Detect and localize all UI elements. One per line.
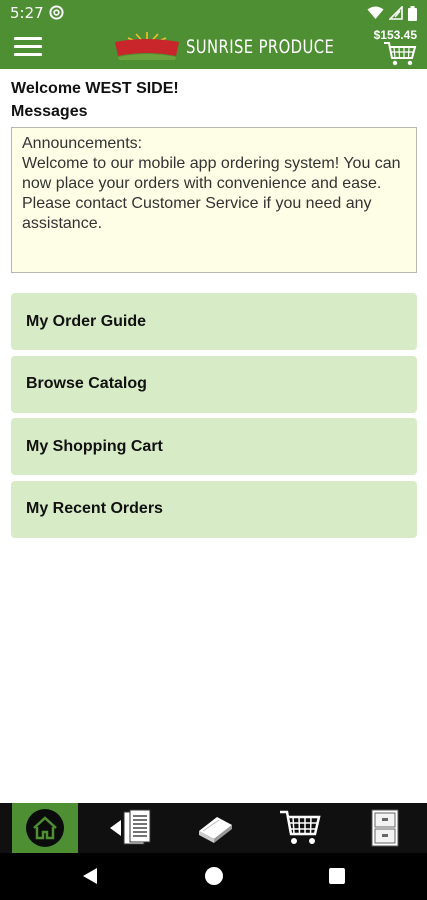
at-sign-icon	[49, 5, 64, 20]
recent-apps-icon[interactable]	[329, 868, 345, 884]
messages-heading: Messages	[11, 103, 88, 120]
tab-catalog[interactable]	[182, 803, 248, 853]
main-menu: My Order Guide Browse Catalog My Shoppin…	[11, 293, 417, 543]
cart-icon[interactable]	[383, 41, 417, 67]
browse-catalog-button[interactable]: Browse Catalog	[11, 355, 417, 413]
catalog-book-icon	[199, 817, 232, 843]
sunrise-logo-icon	[115, 32, 179, 60]
shopping-cart-button[interactable]: My Shopping Cart	[11, 418, 417, 475]
hamburger-menu-icon[interactable]	[14, 37, 42, 59]
announcement-title: Announcements:	[22, 135, 143, 152]
tab-home[interactable]	[12, 803, 78, 853]
wifi-icon	[367, 6, 384, 19]
sunrise-produce-logo: SUNRISE PRODUCE	[112, 30, 334, 64]
status-icons	[367, 5, 417, 21]
system-navigation-bar	[0, 853, 427, 900]
home-button-icon[interactable]	[205, 867, 223, 885]
bottom-tab-bar	[0, 803, 427, 853]
tab-order-guide[interactable]	[97, 803, 163, 853]
welcome-text: Welcome WEST SIDE!	[11, 80, 179, 97]
signal-icon	[389, 6, 403, 20]
tab-recent-orders[interactable]	[352, 803, 418, 853]
order-guide-icon	[110, 809, 151, 845]
status-time: 5:27	[10, 4, 44, 22]
battery-icon	[408, 5, 417, 21]
back-icon[interactable]	[82, 867, 98, 885]
app-header: 5:27 SUNRISE PRODUCE $153.45	[0, 0, 427, 69]
file-cabinet-icon	[371, 809, 399, 847]
announcement-body: Welcome to our mobile app ordering syste…	[22, 155, 401, 232]
messages-box: Announcements: Welcome to our mobile app…	[11, 127, 417, 273]
shopping-cart-icon	[280, 810, 321, 844]
brand-name: SUNRISE PRODUCE	[186, 36, 335, 58]
order-guide-button[interactable]: My Order Guide	[11, 293, 417, 350]
cart-total[interactable]: $153.45	[374, 28, 417, 42]
tab-shopping-cart[interactable]	[267, 803, 333, 853]
status-bar: 5:27	[0, 0, 427, 26]
home-icon	[26, 809, 64, 847]
recent-orders-button[interactable]: My Recent Orders	[11, 480, 417, 538]
